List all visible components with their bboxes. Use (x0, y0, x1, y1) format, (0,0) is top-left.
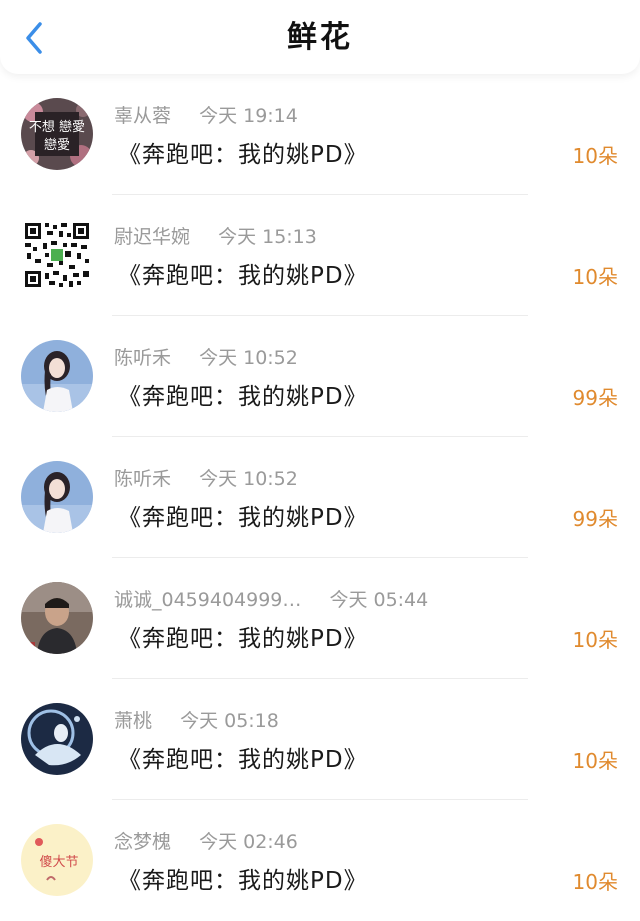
timestamp: 今天 10:52 (199, 347, 298, 369)
avatar[interactable] (21, 582, 93, 654)
list-item[interactable]: 傻大节 念梦槐 今天 02:46 《奔跑吧：我的姚PD》 10朵 (0, 800, 640, 921)
list-item[interactable]: 陈听禾 今天 10:52 《奔跑吧：我的姚PD》 99朵 (0, 316, 640, 437)
show-title: 《奔跑吧：我的姚PD》 (118, 626, 368, 652)
flower-record-list: 不想 戀愛 戀愛 辜从蓉 今天 19:14 《奔跑吧：我的姚PD》 10朵 尉迟… (0, 74, 640, 921)
flower-count: 10朵 (572, 749, 618, 773)
avatar[interactable]: 不想 戀愛 戀愛 (21, 98, 93, 170)
avatar-text: 傻大节 (39, 855, 78, 870)
list-item[interactable]: 不想 戀愛 戀愛 辜从蓉 今天 19:14 《奔跑吧：我的姚PD》 10朵 (0, 74, 640, 195)
timestamp: 今天 05:18 (180, 710, 279, 732)
sender-name[interactable]: 念梦槐 (114, 829, 171, 855)
sender-name[interactable]: 陈听禾 (114, 466, 171, 492)
list-item[interactable]: 尉迟华婉 今天 15:13 《奔跑吧：我的姚PD》 10朵 (0, 195, 640, 316)
timestamp: 今天 02:46 (199, 831, 298, 853)
list-item[interactable]: 诚诚_0459404999… 今天 05:44 《奔跑吧：我的姚PD》 10朵 (0, 558, 640, 679)
show-title: 《奔跑吧：我的姚PD》 (118, 263, 368, 289)
sender-name[interactable]: 尉迟华婉 (114, 224, 190, 250)
flower-count: 10朵 (572, 870, 618, 894)
sender-name[interactable]: 陈听禾 (114, 345, 171, 371)
flower-count: 10朵 (572, 144, 618, 168)
show-title: 《奔跑吧：我的姚PD》 (118, 868, 368, 894)
avatar[interactable] (21, 219, 93, 291)
avatar-text: 不想 戀愛 (29, 119, 85, 135)
avatar[interactable]: 傻大节 (21, 824, 93, 896)
sender-name[interactable]: 萧桃 (114, 708, 152, 734)
avatar[interactable] (21, 703, 93, 775)
timestamp: 今天 19:14 (199, 105, 298, 127)
svg-text:戀愛: 戀愛 (44, 137, 70, 153)
show-title: 《奔跑吧：我的姚PD》 (118, 384, 368, 410)
timestamp: 今天 05:44 (329, 589, 429, 611)
flower-count: 99朵 (572, 386, 618, 410)
flower-count: 99朵 (572, 507, 618, 531)
sender-name[interactable]: 辜从蓉 (114, 103, 171, 129)
list-item[interactable]: 萧桃 今天 05:18 《奔跑吧：我的姚PD》 10朵 (0, 679, 640, 800)
avatar[interactable] (21, 461, 93, 533)
timestamp: 今天 10:52 (199, 468, 298, 490)
page-title: 鲜花 (287, 20, 353, 55)
avatar[interactable] (21, 340, 93, 412)
show-title: 《奔跑吧：我的姚PD》 (118, 747, 368, 773)
qr-code-icon (21, 219, 93, 291)
show-title: 《奔跑吧：我的姚PD》 (118, 505, 368, 531)
flower-count: 10朵 (572, 628, 618, 652)
timestamp: 今天 15:13 (218, 226, 317, 248)
flower-count: 10朵 (572, 265, 618, 289)
top-bar: 鲜花 (0, 0, 640, 74)
show-title: 《奔跑吧：我的姚PD》 (118, 142, 368, 168)
sender-name[interactable]: 诚诚_0459404999… (114, 587, 301, 613)
list-item[interactable]: 陈听禾 今天 10:52 《奔跑吧：我的姚PD》 99朵 (0, 437, 640, 558)
